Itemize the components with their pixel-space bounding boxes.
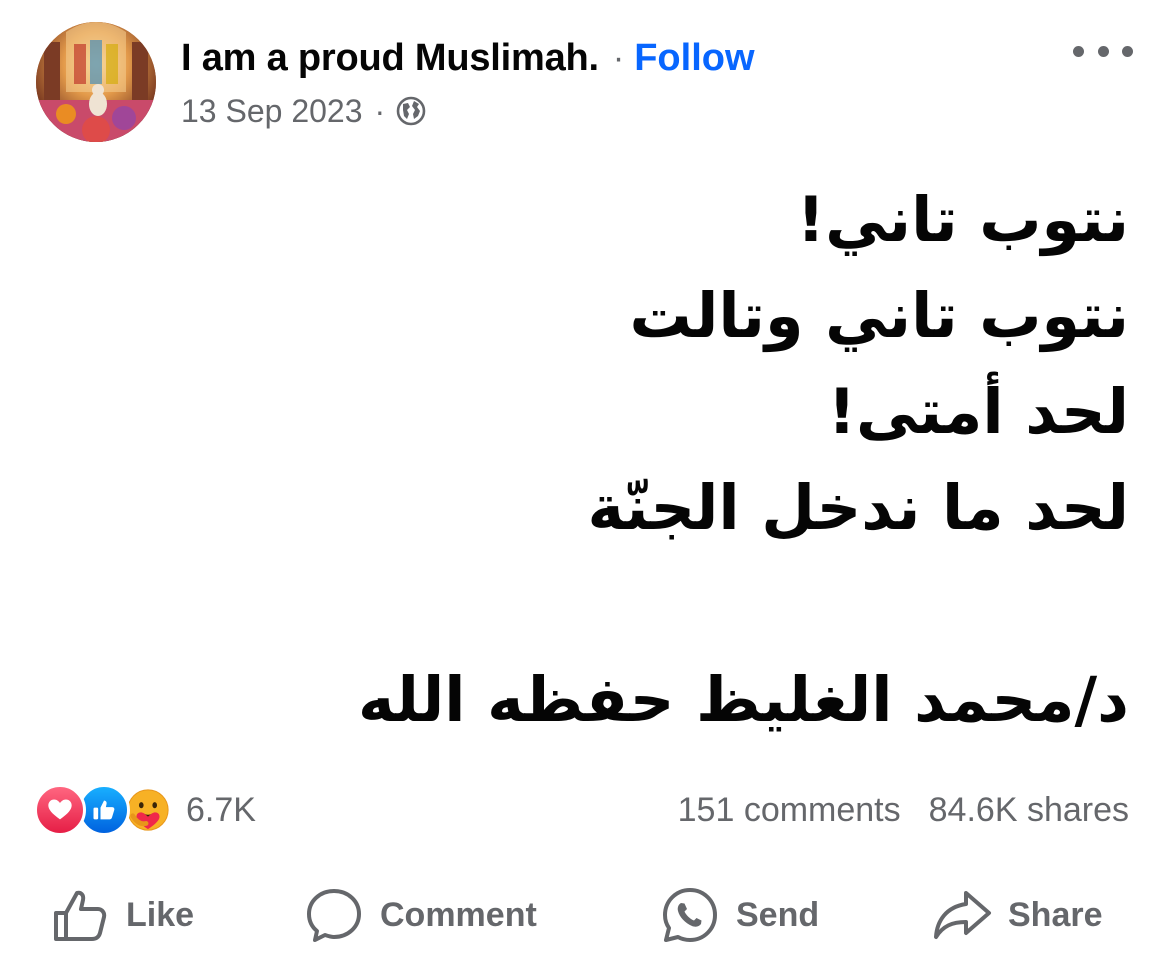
reactions-summary[interactable]: 6.7K xyxy=(34,784,256,836)
more-dot xyxy=(1073,45,1084,57)
share-button[interactable]: Share xyxy=(932,880,1103,950)
comments-count[interactable]: 151 comments xyxy=(678,791,901,830)
post-text: نتوب تاني! نتوب تاني وتالت لحد أمتى! لحد… xyxy=(39,172,1129,748)
shares-count[interactable]: 84.6K shares xyxy=(929,791,1129,830)
thumbs-up-icon xyxy=(50,885,110,945)
more-options-button[interactable] xyxy=(1073,34,1133,68)
meta-separator-dot: · xyxy=(374,92,386,129)
more-dot xyxy=(1122,45,1133,57)
follow-button[interactable]: Follow xyxy=(634,37,754,80)
post-date[interactable]: 13 Sep 2023 xyxy=(181,93,363,130)
author-name[interactable]: I am a proud Muslimah. xyxy=(181,37,599,80)
comment-label: Comment xyxy=(380,895,537,934)
globe-icon xyxy=(395,95,427,127)
avatar[interactable] xyxy=(36,22,156,142)
post-meta: 13 Sep 2023 · xyxy=(181,89,427,133)
share-label: Share xyxy=(1008,895,1103,934)
post-text-line: لحد ما ندخل الجنّة xyxy=(587,471,1129,544)
post-text-line: نتوب تاني! xyxy=(796,183,1129,256)
engagement-stats: 151 comments 84.6K shares xyxy=(678,786,1129,834)
reaction-count[interactable]: 6.7K xyxy=(186,791,256,830)
post-text-blank-line xyxy=(39,556,1129,652)
avatar-image xyxy=(36,22,156,142)
whatsapp-icon xyxy=(660,885,720,945)
comment-icon xyxy=(304,885,364,945)
action-bar: Like Comment Send Share xyxy=(0,880,1169,950)
love-reaction-icon xyxy=(34,784,86,836)
post-text-line: نتوب تاني وتالت xyxy=(629,279,1129,352)
more-dot xyxy=(1097,45,1109,57)
share-arrow-icon xyxy=(932,885,992,945)
separator-dot: · xyxy=(612,38,625,77)
send-label: Send xyxy=(736,895,820,934)
like-button[interactable]: Like xyxy=(50,880,194,950)
like-label: Like xyxy=(126,895,195,934)
author-line: I am a proud Muslimah. · Follow xyxy=(181,34,755,82)
post-text-line: د/محمد الغليظ حفظه الله xyxy=(358,663,1129,736)
send-button[interactable]: Send xyxy=(660,880,819,950)
post-text-line: لحد أمتى! xyxy=(827,375,1129,448)
comment-button[interactable]: Comment xyxy=(304,880,537,950)
